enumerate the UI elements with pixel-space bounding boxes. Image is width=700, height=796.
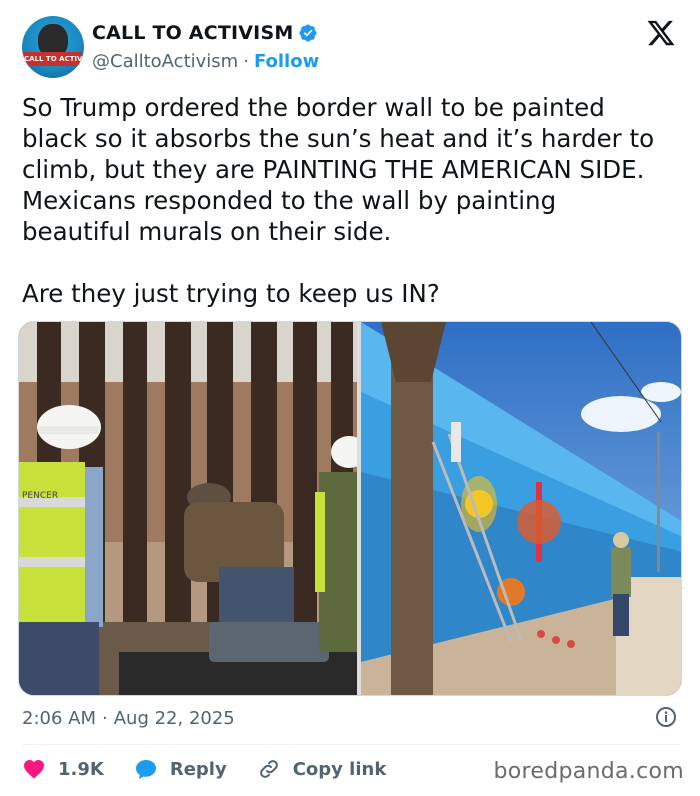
timestamp-separator: · [102, 707, 108, 729]
handle-separator: · [243, 50, 249, 72]
follow-button[interactable]: Follow [254, 51, 319, 72]
like-count: 1.9K [58, 758, 104, 780]
timestamp-row: 2:06 AM · Aug 22, 2025 [22, 705, 682, 731]
author-avatar[interactable]: CALL TO ACTIVISM [22, 16, 84, 78]
tweet-date[interactable]: Aug 22, 2025 [114, 708, 235, 729]
tweet-time[interactable]: 2:06 AM [22, 708, 96, 729]
tweet-header: CALL TO ACTIVISM CALL TO ACTIVISM @Callt… [22, 16, 682, 78]
tweet-media[interactable]: PENCER [18, 321, 682, 696]
left-photo-drawing: PENCER [19, 322, 357, 695]
heart-icon [24, 760, 44, 779]
right-photo-drawing [361, 322, 681, 695]
copy-link-button[interactable]: Copy link [257, 757, 387, 781]
photo-border-wall-murals[interactable] [361, 322, 681, 695]
tweet-actions: 1.9K Reply Copy link [22, 754, 416, 784]
verified-badge-icon [299, 24, 317, 42]
divider [22, 744, 680, 745]
vest-text: PENCER [22, 491, 58, 501]
like-button[interactable]: 1.9K [22, 757, 104, 781]
copy-link-label: Copy link [292, 758, 387, 780]
x-logo-icon[interactable] [646, 18, 676, 48]
reply-bubble-icon [135, 760, 156, 779]
reply-label: Reply [169, 758, 227, 780]
photo-border-wall-painting-black[interactable]: PENCER [19, 322, 357, 695]
name-row: CALL TO ACTIVISM [92, 20, 318, 46]
handle-row: @CalltoActivism · Follow [92, 49, 319, 73]
avatar-banner: CALL TO ACTIVISM [24, 52, 82, 66]
boredpanda-watermark: boredpanda.com [493, 759, 684, 784]
author-handle[interactable]: @CalltoActivism [92, 51, 238, 72]
link-icon [259, 760, 278, 778]
info-icon[interactable] [654, 705, 678, 729]
tweet-text: So Trump ordered the border wall to be p… [22, 93, 655, 308]
author-display-name[interactable]: CALL TO ACTIVISM [92, 22, 293, 44]
reply-button[interactable]: Reply [134, 757, 227, 781]
